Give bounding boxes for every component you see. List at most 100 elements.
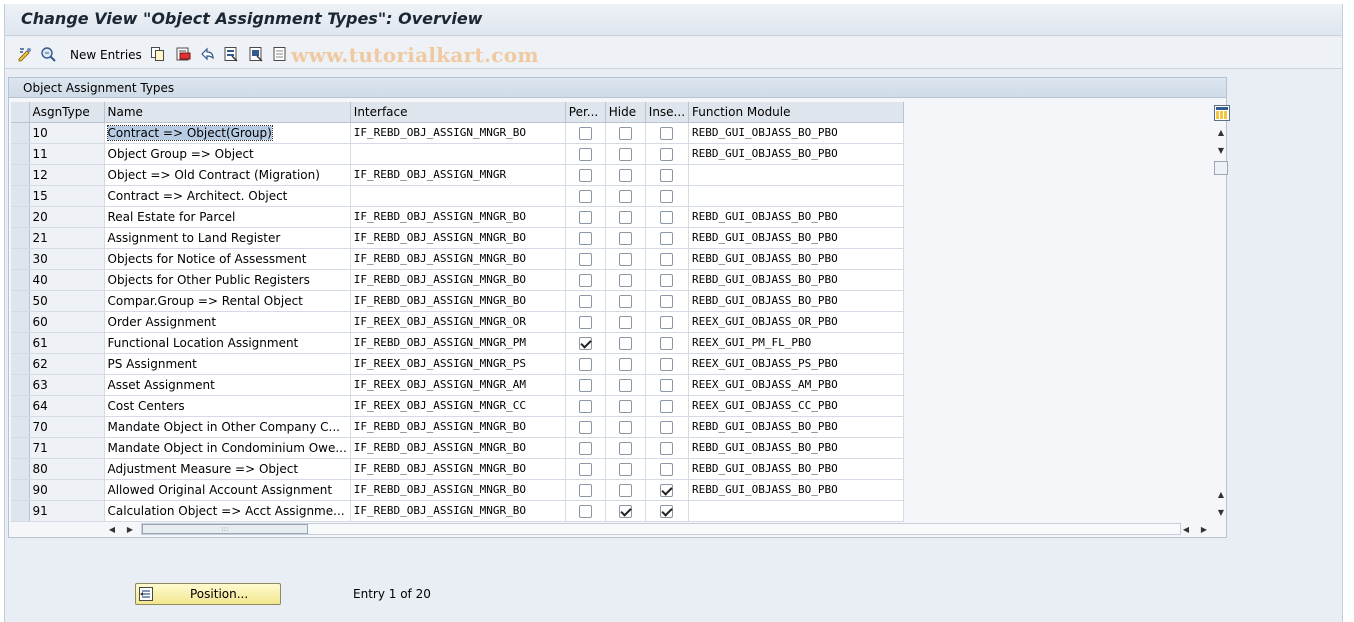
scroll-far-left-icon[interactable]: ◀	[1179, 522, 1193, 536]
scroll-down-icon[interactable]: ▼	[1214, 143, 1228, 157]
name-cell[interactable]: PS Assignment	[104, 353, 351, 375]
name-cell[interactable]: Calculation Object => Acct Assignme...	[104, 500, 351, 522]
insert-checkbox[interactable]	[660, 252, 674, 266]
table-row[interactable]: 10 Contract => Object(Group) IF_REBD_OBJ_A…	[11, 122, 905, 144]
select-all-cell[interactable]	[11, 102, 30, 123]
table-row[interactable]: 63 Asset Assignment IF_REEX_OBJ_ASSIGN_MNG…	[11, 374, 905, 396]
interface-cell[interactable]: IF_REBD_OBJ_ASSIGN_MNGR_BO	[350, 206, 566, 228]
hide-checkbox[interactable]	[618, 315, 632, 329]
table-row[interactable]: 30 Objects for Notice of Assessment IF_REB…	[11, 248, 905, 270]
row-selector[interactable]	[11, 332, 30, 354]
interface-cell[interactable]: IF_REBD_OBJ_ASSIGN_MNGR_BO	[350, 458, 566, 480]
insert-checkbox[interactable]	[660, 441, 674, 455]
hide-checkbox[interactable]	[618, 399, 632, 413]
row-selector[interactable]	[11, 395, 30, 417]
row-selector[interactable]	[11, 416, 30, 438]
name-cell[interactable]: Contract => Architect. Object	[104, 185, 351, 207]
table-row[interactable]: 20 Real Estate for Parcel IF_REBD_OBJ_ASSI…	[11, 206, 905, 228]
permanent-checkbox[interactable]	[578, 252, 592, 266]
interface-cell[interactable]: IF_REBD_OBJ_ASSIGN_MNGR_BO	[350, 269, 566, 291]
interface-cell[interactable]: IF_REBD_OBJ_ASSIGN_MNGR	[350, 164, 566, 186]
interface-cell[interactable]: IF_REBD_OBJ_ASSIGN_MNGR_BO	[350, 227, 566, 249]
insert-checkbox[interactable]	[660, 504, 674, 518]
interface-cell[interactable]: IF_REEX_OBJ_ASSIGN_MNGR_CC	[350, 395, 566, 417]
permanent-checkbox[interactable]	[578, 483, 592, 497]
interface-cell[interactable]: IF_REBD_OBJ_ASSIGN_MNGR_BO	[350, 248, 566, 270]
name-cell-selected-text[interactable]: Contract => Object(Group)	[106, 124, 273, 141]
interface-cell[interactable]: IF_REEX_OBJ_ASSIGN_MNGR_PS	[350, 353, 566, 375]
row-selector[interactable]	[11, 374, 30, 396]
permanent-checkbox[interactable]	[578, 420, 592, 434]
name-cell[interactable]: Contract => Object(Group)	[104, 122, 351, 144]
hide-checkbox[interactable]	[618, 126, 632, 140]
name-cell[interactable]: Allowed Original Account Assignment	[104, 479, 351, 501]
name-cell[interactable]: Compar.Group => Rental Object	[104, 290, 351, 312]
scroll-up-icon[interactable]: ▲	[1214, 125, 1228, 139]
hide-checkbox[interactable]	[618, 231, 632, 245]
permanent-checkbox[interactable]	[578, 189, 592, 203]
permanent-checkbox[interactable]	[578, 210, 592, 224]
column-header-hide[interactable]: Hide	[605, 102, 646, 123]
column-header-interface[interactable]: Interface	[350, 102, 566, 123]
table-row[interactable]: 71 Mandate Object in Condominium Owe... IF…	[11, 437, 905, 459]
permanent-checkbox[interactable]	[578, 231, 592, 245]
insert-checkbox[interactable]	[660, 462, 674, 476]
row-selector[interactable]	[11, 500, 30, 522]
interface-cell[interactable]: IF_REEX_OBJ_ASSIGN_MNGR_OR	[350, 311, 566, 333]
function-module-cell[interactable]	[688, 164, 905, 186]
insert-checkbox[interactable]	[660, 336, 674, 350]
row-selector[interactable]	[11, 206, 30, 228]
other-view-icon[interactable]	[40, 46, 56, 62]
insert-checkbox[interactable]	[660, 294, 674, 308]
scroll-left-icon[interactable]: ◀	[105, 522, 119, 536]
row-selector[interactable]	[11, 227, 30, 249]
function-module-cell[interactable]	[688, 185, 905, 207]
table-row[interactable]: 50 Compar.Group => Rental Object IF_REBD_O…	[11, 290, 905, 312]
column-header-function-module[interactable]: Function Module	[688, 102, 905, 123]
horizontal-scroll-thumb[interactable]: :::	[142, 524, 308, 534]
insert-checkbox[interactable]	[660, 168, 674, 182]
column-settings-icon[interactable]	[1214, 105, 1230, 121]
permanent-checkbox[interactable]	[578, 378, 592, 392]
name-cell[interactable]: Mandate Object in Other Company C...	[104, 416, 351, 438]
row-selector[interactable]	[11, 479, 30, 501]
table-row[interactable]: 80 Adjustment Measure => Object IF_REBD_OB…	[11, 458, 905, 480]
function-module-cell[interactable]: REBD_GUI_OBJASS_BO_PBO	[688, 269, 905, 291]
deselect-all-icon[interactable]	[272, 46, 288, 62]
function-module-cell[interactable]: REBD_GUI_OBJASS_BO_PBO	[688, 479, 905, 501]
column-header-permanent[interactable]: Per...	[565, 102, 606, 123]
hide-checkbox[interactable]	[618, 189, 632, 203]
column-header-name[interactable]: Name	[104, 102, 351, 123]
insert-checkbox[interactable]	[660, 357, 674, 371]
column-header-asgntype[interactable]: AsgnType	[29, 102, 105, 123]
interface-cell[interactable]: IF_REBD_OBJ_ASSIGN_MNGR_PM	[350, 332, 566, 354]
row-selector[interactable]	[11, 311, 30, 333]
permanent-checkbox[interactable]	[578, 273, 592, 287]
scroll-far-right-icon[interactable]: ▶	[1197, 522, 1211, 536]
hide-checkbox[interactable]	[618, 147, 632, 161]
hide-checkbox[interactable]	[618, 378, 632, 392]
function-module-cell[interactable]: REBD_GUI_OBJASS_BO_PBO	[688, 227, 905, 249]
insert-checkbox[interactable]	[660, 378, 674, 392]
function-module-cell[interactable]: REEX_GUI_PM_FL_PBO	[688, 332, 905, 354]
table-row[interactable]: 11 Object Group => Object REBD_GUI_OBJASS_…	[11, 143, 905, 165]
permanent-checkbox[interactable]	[578, 168, 592, 182]
interface-cell[interactable]: IF_REBD_OBJ_ASSIGN_MNGR_BO	[350, 479, 566, 501]
row-selector[interactable]	[11, 353, 30, 375]
row-selector[interactable]	[11, 458, 30, 480]
table-row[interactable]: 64 Cost Centers IF_REEX_OBJ_ASSIGN_MNGR_CC…	[11, 395, 905, 417]
interface-cell[interactable]: IF_REEX_OBJ_ASSIGN_MNGR_AM	[350, 374, 566, 396]
hide-checkbox[interactable]	[618, 294, 632, 308]
row-selector[interactable]	[11, 164, 30, 186]
hide-checkbox[interactable]	[618, 483, 632, 497]
name-cell[interactable]: Order Assignment	[104, 311, 351, 333]
permanent-checkbox[interactable]	[578, 147, 592, 161]
hide-checkbox[interactable]	[618, 462, 632, 476]
name-cell[interactable]: Object Group => Object	[104, 143, 351, 165]
row-selector[interactable]	[11, 437, 30, 459]
function-module-cell[interactable]	[688, 500, 905, 522]
table-row[interactable]: 70 Mandate Object in Other Company C... IF…	[11, 416, 905, 438]
name-cell[interactable]: Assignment to Land Register	[104, 227, 351, 249]
insert-checkbox[interactable]	[660, 315, 674, 329]
row-selector[interactable]	[11, 122, 30, 144]
